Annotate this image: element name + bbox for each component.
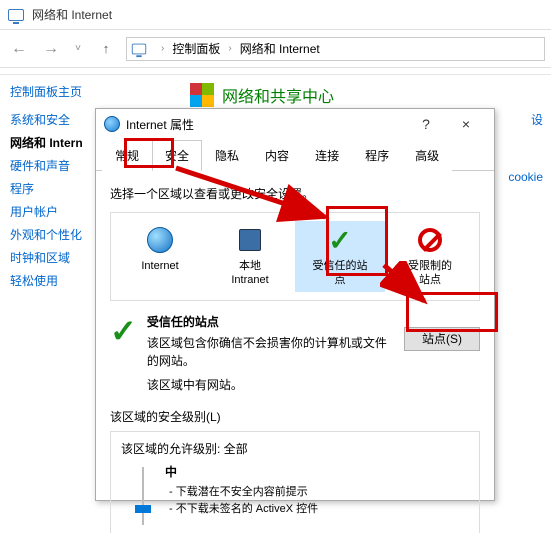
- zone-label: Internet: [117, 259, 203, 273]
- security-bullet: - 不下载未签名的 ActiveX 控件: [169, 501, 318, 519]
- right-links: 设 cookie: [508, 108, 543, 187]
- zone-intranet[interactable]: 本地 Intranet: [205, 221, 295, 292]
- zone-description: ✓ 受信任的站点 该区域包含你确信不会损害你的计算机或文件的网站。 该区域中有网…: [110, 313, 480, 394]
- zone-restricted[interactable]: 受限制的 站点: [385, 221, 475, 292]
- dialog-tabs: 常规 安全 隐私 内容 连接 程序 高级: [96, 139, 494, 171]
- tab-security[interactable]: 安全: [152, 140, 202, 171]
- server-icon: [239, 229, 261, 251]
- breadcrumb-control-panel[interactable]: 控制面板: [170, 40, 222, 57]
- dialog-title: Internet 属性: [126, 116, 406, 133]
- sidebar-list: 系统和安全 网络和 Intern 硬件和声音 程序 用户帐户 外观和个性化 时钟…: [10, 108, 92, 292]
- dialog-titlebar: Internet 属性 ? ×: [96, 109, 494, 139]
- security-bullet: - 下载潜在不安全内容前提示: [169, 484, 318, 502]
- sidebar-item[interactable]: 时钟和区域: [10, 246, 92, 269]
- slider-thumb[interactable]: [135, 505, 151, 513]
- forward-button[interactable]: →: [38, 36, 64, 62]
- explorer-toolbar: ← → ˅ ↑ › 控制面板 › 网络和 Internet: [0, 30, 551, 68]
- help-button[interactable]: ?: [406, 110, 446, 138]
- allow-levels-label: 该区域的允许级别: 全部: [121, 440, 469, 457]
- forbidden-icon: [418, 228, 442, 252]
- zone-label: 受限制的 站点: [387, 259, 473, 288]
- zone-prompt: 选择一个区域以查看或更改安全设置。: [110, 185, 480, 202]
- explorer-titlebar: 网络和 Internet: [0, 0, 551, 30]
- page-heading[interactable]: 网络和共享中心: [222, 83, 334, 107]
- zone-desc-title: 受信任的站点: [147, 313, 394, 330]
- breadcrumb-network[interactable]: 网络和 Internet: [238, 40, 322, 57]
- up-button[interactable]: ↑: [96, 39, 116, 59]
- zone-label: 本地 Intranet: [207, 259, 293, 288]
- sites-button[interactable]: 站点(S): [404, 327, 480, 351]
- right-link[interactable]: cookie: [508, 167, 543, 187]
- chevron-right-icon: ›: [226, 43, 233, 54]
- location-icon: [132, 43, 146, 54]
- sidebar-item[interactable]: 网络和 Intern: [10, 131, 92, 154]
- tab-privacy[interactable]: 隐私: [202, 140, 252, 171]
- address-bar[interactable]: › 控制面板 › 网络和 Internet: [126, 37, 545, 61]
- internet-properties-dialog: Internet 属性 ? × 常规 安全 隐私 内容 连接 程序 高级 选择一…: [95, 108, 495, 501]
- checkmark-icon: ✓: [110, 317, 137, 346]
- monitor-icon: [8, 9, 24, 21]
- globe-icon: [147, 227, 173, 253]
- security-level-label: 该区域的安全级别(L): [110, 408, 480, 425]
- tab-advanced[interactable]: 高级: [402, 140, 452, 171]
- sidebar-item[interactable]: 硬件和声音: [10, 154, 92, 177]
- slider-value: 中: [165, 463, 318, 480]
- sidebar-item[interactable]: 用户帐户: [10, 200, 92, 223]
- history-dropdown[interactable]: ˅: [70, 36, 86, 62]
- sidebar: 控制面板主页 系统和安全 网络和 Intern 硬件和声音 程序 用户帐户 外观…: [0, 75, 92, 300]
- right-link[interactable]: 设: [508, 108, 543, 131]
- security-slider[interactable]: [133, 463, 153, 533]
- zone-label: 受信任的站 点: [297, 259, 383, 288]
- zone-trusted[interactable]: ✓ 受信任的站 点: [295, 221, 385, 292]
- tab-connections[interactable]: 连接: [302, 140, 352, 171]
- sidebar-title[interactable]: 控制面板主页: [10, 83, 92, 100]
- tab-content[interactable]: 内容: [252, 140, 302, 171]
- tab-programs[interactable]: 程序: [352, 140, 402, 171]
- zone-desc-text: 该区域包含你确信不会损害你的计算机或文件的网站。: [147, 334, 394, 370]
- checkmark-icon: ✓: [328, 224, 351, 257]
- close-button[interactable]: ×: [446, 110, 486, 138]
- tab-general[interactable]: 常规: [102, 140, 152, 171]
- zone-internet[interactable]: Internet: [115, 221, 205, 292]
- sidebar-item[interactable]: 外观和个性化: [10, 223, 92, 246]
- sidebar-item[interactable]: 程序: [10, 177, 92, 200]
- sidebar-item[interactable]: 系统和安全: [10, 108, 92, 131]
- security-level-group: 该区域的安全级别(L) 该区域的允许级别: 全部 中 - 下载潜在不安全内容前提…: [110, 408, 480, 533]
- zone-desc-text2: 该区域中有网站。: [147, 376, 394, 394]
- back-button[interactable]: ←: [6, 36, 32, 62]
- sidebar-item[interactable]: 轻松使用: [10, 269, 92, 292]
- chevron-right-icon: ›: [159, 43, 166, 54]
- zone-list: Internet 本地 Intranet ✓ 受信任的站 点 受限制的 站点: [110, 212, 480, 301]
- window-title: 网络和 Internet: [32, 6, 112, 23]
- network-center-icon: [190, 83, 214, 107]
- globe-icon: [104, 116, 120, 132]
